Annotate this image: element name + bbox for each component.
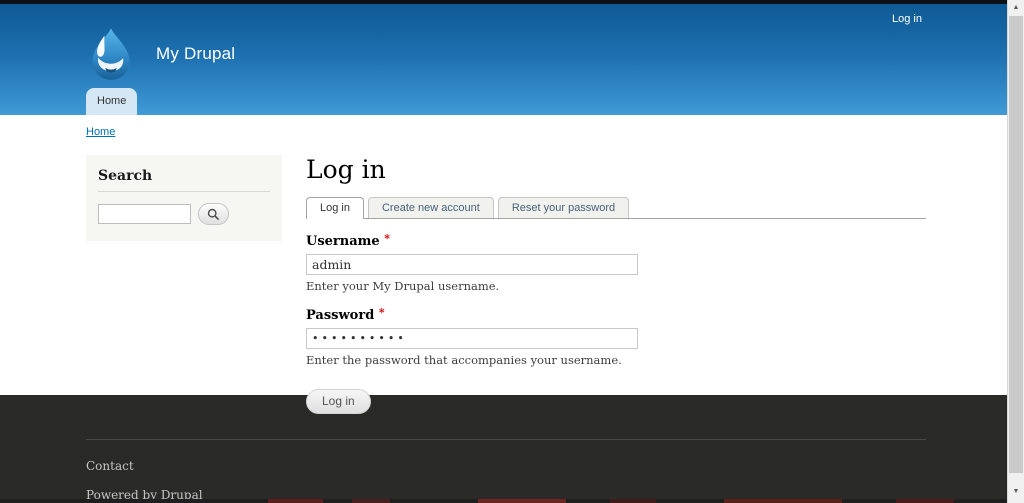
menu-item-home[interactable]: Home [86,88,137,115]
username-label: Username * [306,234,390,249]
password-label: Password * [306,308,385,323]
footer-bottom: Contact Powered by Drupal [86,439,926,502]
vertical-scrollbar[interactable]: ▲ ▼ [1007,0,1024,503]
drupal-logo-icon[interactable] [86,26,136,82]
breadcrumb-home-link[interactable]: Home [86,126,115,138]
site-branding[interactable]: My Drupal [86,26,235,82]
tab-create-new-account[interactable]: Create new account [368,197,494,218]
search-submit-button[interactable] [198,203,229,225]
username-label-text: Username [306,234,380,249]
login-submit-button[interactable]: Log in [306,389,371,414]
required-marker: * [379,306,385,319]
sidebar-first: Search [86,155,282,414]
site-header: Log in My Drupal [0,4,1007,115]
scroll-down-icon[interactable]: ▼ [1008,484,1024,500]
taskbar-blotch [724,499,842,503]
content-layout: Search Log in [86,155,926,414]
login-link[interactable]: Log in [892,13,922,25]
breadcrumb: Home [86,126,1007,138]
secondary-menu: Log in [892,9,922,27]
tab-reset-your-password[interactable]: Reset your password [498,197,629,218]
main-content-area: Home Search [0,115,1007,395]
contact-link[interactable]: Contact [86,459,134,473]
taskbar-blotch [478,499,566,503]
password-label-text: Password [306,308,374,323]
taskbar-blotch [352,499,390,503]
taskbar-blotch [268,499,323,503]
form-item-password: Password * Enter the password that accom… [306,306,926,367]
site-name[interactable]: My Drupal [156,44,235,64]
tabs-bar: Log in Create new account Reset your pas… [306,197,926,219]
page-body: Log in My Drupal [0,0,1007,503]
taskbar-blotch [896,499,954,503]
search-input[interactable] [98,204,191,224]
taskbar-strip [0,499,1007,503]
required-marker: * [384,232,390,245]
main-menu: Home [86,88,137,115]
password-field[interactable] [306,328,638,349]
page-main: Log in Log in Create new account Reset y… [306,155,926,414]
scrollbar-thumb[interactable] [1009,16,1023,473]
browser-viewport: Log in My Drupal [0,0,1024,503]
search-block-title: Search [98,166,270,192]
tab-log-in[interactable]: Log in [306,197,364,219]
taskbar-blotch [610,499,656,503]
username-description: Enter your My Drupal username. [306,279,926,293]
search-icon [207,208,220,221]
username-field[interactable] [306,254,638,275]
user-login-form: Username * Enter your My Drupal username… [306,232,926,414]
scroll-up-icon[interactable]: ▲ [1008,0,1024,16]
search-block: Search [86,155,282,241]
search-form [98,203,270,225]
form-item-username: Username * Enter your My Drupal username… [306,232,926,293]
page-title: Log in [306,155,926,184]
password-description: Enter the password that accompanies your… [306,353,926,367]
